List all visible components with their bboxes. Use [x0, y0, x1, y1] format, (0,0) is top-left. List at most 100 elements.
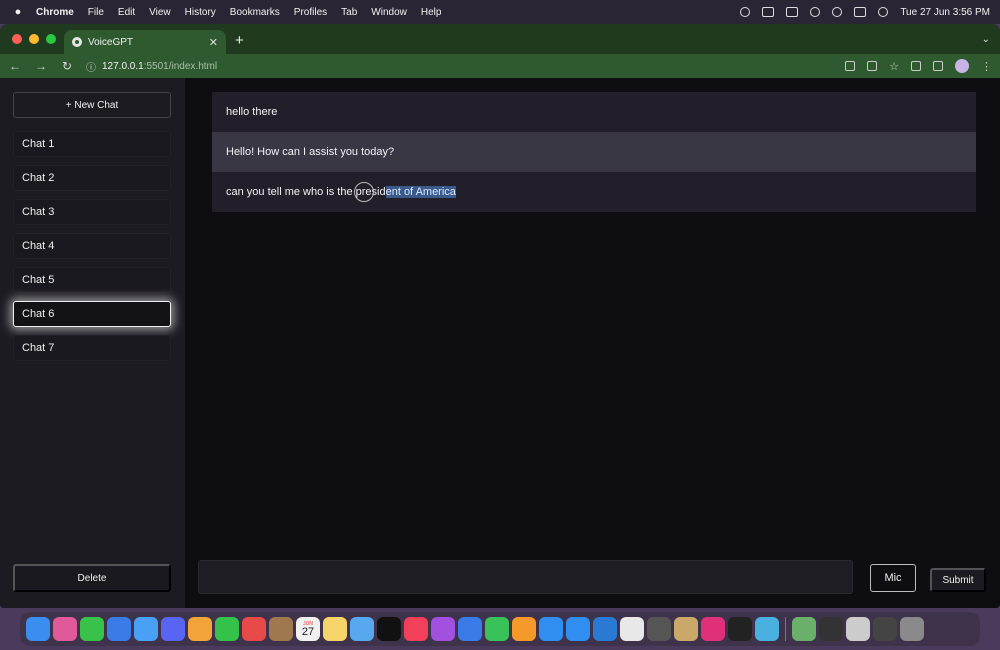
record-icon[interactable]: [740, 7, 751, 17]
dock-app-icon[interactable]: [755, 617, 779, 641]
info-icon[interactable]: ⓘ: [86, 59, 96, 74]
spotlight-search-icon[interactable]: [832, 7, 843, 17]
menu-file[interactable]: File: [88, 7, 104, 18]
dock-app-icon[interactable]: [350, 617, 374, 641]
menu-tab[interactable]: Tab: [341, 7, 357, 18]
browser-tab-voicegpt[interactable]: VoiceGPT ✕: [64, 30, 226, 54]
dock-app-icon[interactable]: [323, 617, 347, 641]
menu-bookmarks[interactable]: Bookmarks: [230, 7, 280, 18]
reload-icon[interactable]: ↻: [60, 59, 74, 73]
chat-main: hello there Hello! How can I assist you …: [185, 78, 1000, 608]
dock-app-icon[interactable]: [701, 617, 725, 641]
screen-mirror-icon[interactable]: [762, 7, 775, 17]
voicegpt-page: + New Chat Chat 1 Chat 2 Chat 3 Chat 4 C…: [0, 78, 1000, 608]
new-chat-button[interactable]: + New Chat: [13, 92, 171, 118]
apple-menu-icon[interactable]: ●: [10, 6, 26, 18]
globe-icon: [72, 37, 82, 47]
status-area: Tue 27 Jun 3:56 PM: [740, 7, 990, 18]
dock-app-icon[interactable]: [900, 617, 924, 641]
delete-chat-button[interactable]: Delete: [13, 564, 171, 592]
dock-app-icon[interactable]: [161, 617, 185, 641]
url-path: :5501/index.html: [143, 60, 218, 72]
dock-app-icon[interactable]: [107, 617, 131, 641]
chat-item-3[interactable]: Chat 3: [13, 199, 171, 225]
chat-item-4[interactable]: Chat 4: [13, 233, 171, 259]
submit-button[interactable]: Submit: [930, 568, 986, 592]
bookmark-star-icon[interactable]: ☆: [889, 60, 899, 73]
menu-edit[interactable]: Edit: [118, 7, 135, 18]
mic-button[interactable]: Mic: [870, 564, 916, 592]
microphone-icon[interactable]: [845, 61, 856, 71]
dock-app-icon[interactable]: [593, 617, 617, 641]
reading-list-icon[interactable]: [911, 61, 921, 71]
menu-profiles[interactable]: Profiles: [294, 7, 327, 18]
back-arrow-icon[interactable]: ←: [8, 59, 22, 73]
tab-search-chevron-icon[interactable]: ⌄: [982, 34, 990, 45]
menu-window[interactable]: Window: [371, 7, 407, 18]
close-window-button[interactable]: [12, 34, 22, 44]
tab-title: VoiceGPT: [88, 36, 134, 48]
siri-icon[interactable]: [878, 7, 889, 17]
share-icon[interactable]: [867, 61, 878, 71]
dock-app-icon[interactable]: [377, 617, 401, 641]
message-input[interactable]: [198, 560, 853, 594]
calendar-icon[interactable]: JUN 27: [296, 617, 320, 641]
zoom-window-button[interactable]: [46, 34, 56, 44]
calendar-day: 27: [301, 625, 315, 638]
dock-app-icon[interactable]: [134, 617, 158, 641]
dock-app-icon[interactable]: [431, 617, 455, 641]
dock-app-icon[interactable]: [485, 617, 509, 641]
chat-item-2[interactable]: Chat 2: [13, 165, 171, 191]
menu-view[interactable]: View: [149, 7, 171, 18]
chat-sidebar: + New Chat Chat 1 Chat 2 Chat 3 Chat 4 C…: [0, 78, 185, 608]
dock-app-icon[interactable]: [819, 617, 843, 641]
wifi-icon[interactable]: [810, 7, 821, 17]
minimize-window-button[interactable]: [29, 34, 39, 44]
forward-arrow-icon[interactable]: →: [34, 59, 48, 73]
address-bar[interactable]: ⓘ 127.0.0.1:5501/index.html: [86, 59, 833, 74]
dock-app-icon[interactable]: [647, 617, 671, 641]
url-host: 127.0.0.1: [102, 60, 144, 72]
chat-item-7[interactable]: Chat 7: [13, 335, 171, 361]
dock-app-icon[interactable]: [566, 617, 590, 641]
control-center-icon[interactable]: [854, 7, 867, 17]
dock-app-icon[interactable]: [674, 617, 698, 641]
new-tab-icon[interactable]: +: [235, 32, 244, 49]
dock-app-icon[interactable]: [873, 617, 897, 641]
menu-app-name[interactable]: Chrome: [36, 7, 74, 18]
dock-app-icon[interactable]: [620, 617, 644, 641]
dock-app-icon[interactable]: [215, 617, 239, 641]
dock-app-icon[interactable]: [512, 617, 536, 641]
dock-separator: [785, 617, 786, 641]
dock-app-icon[interactable]: [26, 617, 50, 641]
tab-strip: VoiceGPT ✕ + ⌄: [0, 24, 1000, 54]
battery-icon[interactable]: [786, 7, 799, 17]
dock-app-icon[interactable]: [846, 617, 870, 641]
more-menu-icon[interactable]: ⋮: [981, 60, 992, 73]
dock-app-icon[interactable]: [269, 617, 293, 641]
dock-app-icon[interactable]: [539, 617, 563, 641]
chat-list: Chat 1 Chat 2 Chat 3 Chat 4 Chat 5 Chat …: [13, 131, 172, 361]
dock-app-icon[interactable]: [53, 617, 77, 641]
dock-app-icon[interactable]: [792, 617, 816, 641]
dock-app-icon[interactable]: [80, 617, 104, 641]
macos-menu-bar: ● Chrome File Edit View History Bookmark…: [0, 0, 1000, 24]
chat-item-1[interactable]: Chat 1: [13, 131, 171, 157]
dock-app-icon[interactable]: [458, 617, 482, 641]
chat-item-6[interactable]: Chat 6: [13, 301, 171, 327]
browser-window: VoiceGPT ✕ + ⌄ ← → ↻ ⓘ 127.0.0.1:5501/in…: [0, 24, 1000, 608]
chat-item-5[interactable]: Chat 5: [13, 267, 171, 293]
dock-app-icon[interactable]: [728, 617, 752, 641]
dock-app-icon[interactable]: [188, 617, 212, 641]
tab-close-icon[interactable]: ✕: [209, 36, 218, 49]
profile-avatar[interactable]: [955, 59, 969, 73]
menu-help[interactable]: Help: [421, 7, 442, 18]
browser-toolbar: ← → ↻ ⓘ 127.0.0.1:5501/index.html ☆ ⋮: [0, 54, 1000, 78]
toolbar-actions: ☆ ⋮: [845, 59, 992, 73]
selected-text: ent of America: [385, 186, 456, 198]
dock-app-icon[interactable]: [242, 617, 266, 641]
side-panel-icon[interactable]: [933, 61, 943, 71]
menu-history[interactable]: History: [185, 7, 216, 18]
menu-clock[interactable]: Tue 27 Jun 3:56 PM: [900, 7, 990, 18]
dock-app-icon[interactable]: [404, 617, 428, 641]
